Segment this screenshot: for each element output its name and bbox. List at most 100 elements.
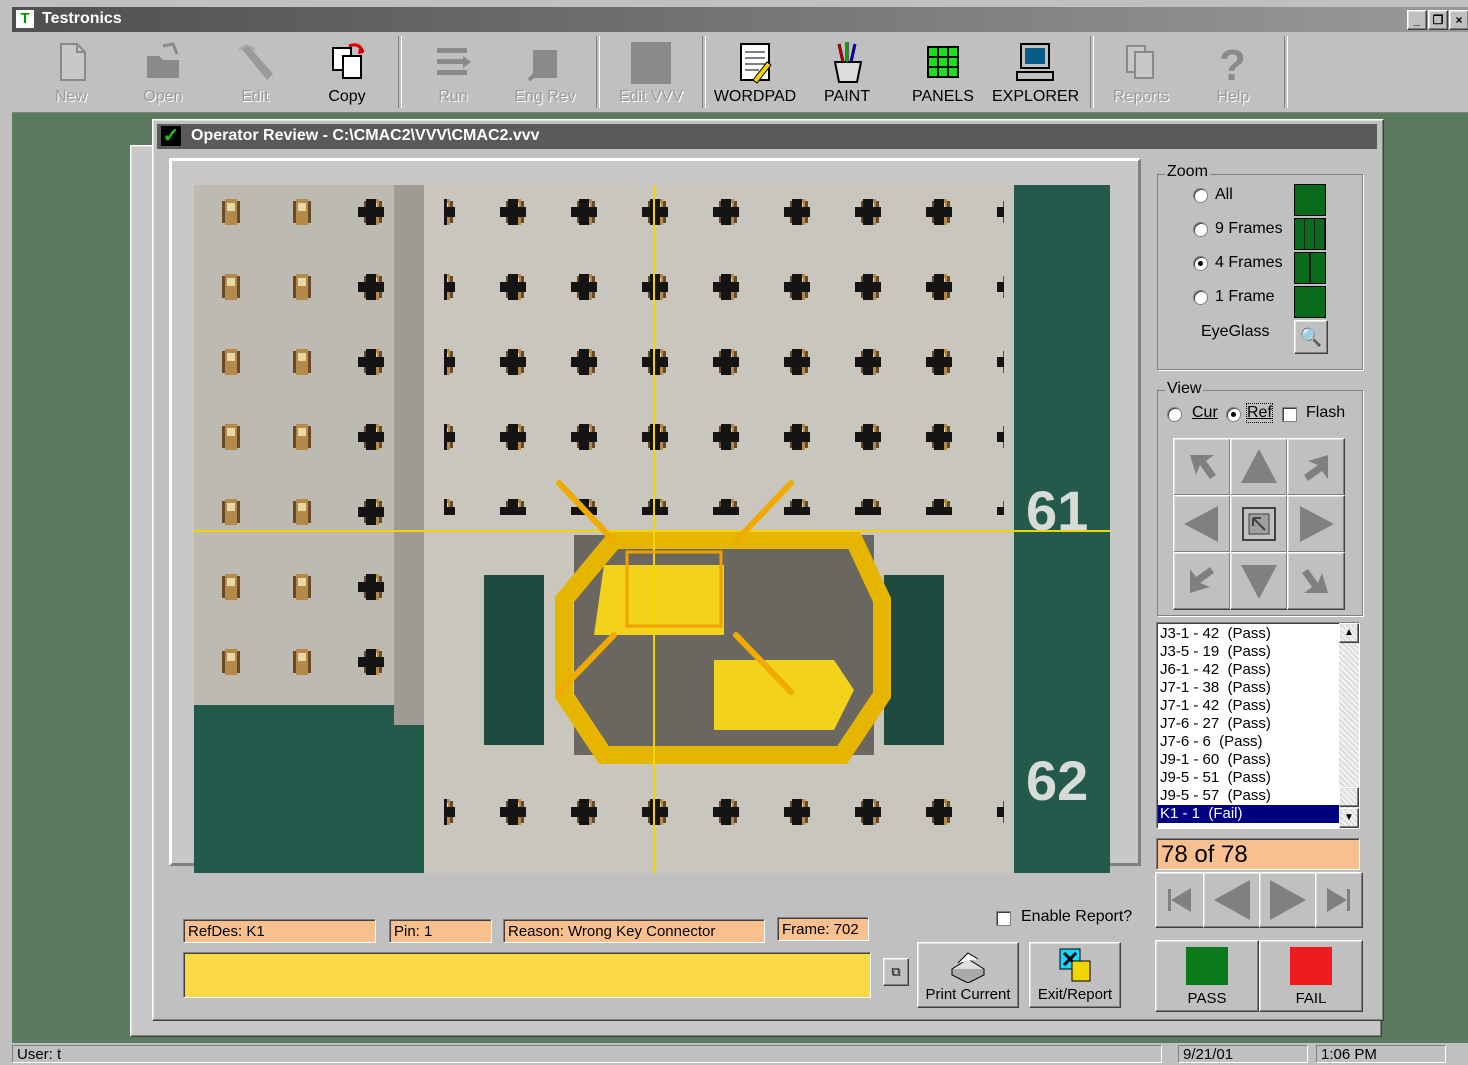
enable-report-label[interactable]: Enable Report?	[1021, 908, 1132, 926]
scroll-thumb[interactable]	[1339, 787, 1359, 807]
list-item[interactable]: J3-5 - 19 (Pass)	[1160, 643, 1271, 661]
results-list[interactable]: J3-1 - 42 (Pass) J3-5 - 19 (Pass) J6-1 -…	[1156, 622, 1360, 829]
copy-text-button[interactable]: ⧉	[883, 958, 909, 986]
zoom-1frame-label[interactable]: 1 Frame	[1215, 288, 1275, 306]
zoom-9frames-label[interactable]: 9 Frames	[1215, 220, 1283, 238]
edit-vvv-button[interactable]: Edit VVV	[608, 36, 694, 110]
pan-right-button[interactable]	[1287, 495, 1345, 553]
list-item[interactable]: J9-5 - 57 (Pass)	[1160, 787, 1271, 805]
pan-up-button[interactable]	[1230, 438, 1288, 496]
next-record-button[interactable]	[1259, 872, 1317, 928]
pan-down-right-button[interactable]	[1287, 552, 1345, 610]
new-button[interactable]: New	[28, 36, 114, 110]
copy-icon	[332, 43, 365, 79]
previous-record-button[interactable]	[1203, 872, 1261, 928]
enable-report-checkbox[interactable]	[996, 911, 1011, 926]
run-button[interactable]: Run	[410, 36, 496, 110]
list-item[interactable]: J7-6 - 27 (Pass)	[1160, 715, 1271, 733]
view-ref-label[interactable]: Ref	[1246, 403, 1273, 423]
list-item[interactable]: J7-1 - 42 (Pass)	[1160, 697, 1271, 715]
print-current-button[interactable]: Print Current	[917, 942, 1019, 1008]
copy-icon: ⧉	[891, 964, 901, 979]
scroll-up-icon[interactable]: ▲	[1339, 623, 1359, 643]
arrow-up-left-icon	[1190, 455, 1216, 479]
view-flash-checkbox[interactable]	[1282, 407, 1297, 422]
folder-open-icon	[147, 42, 179, 78]
edit-button[interactable]: Edit	[212, 36, 298, 110]
board-image: 61 62	[194, 185, 1110, 873]
new-document-icon	[60, 43, 86, 81]
frame-field: Frame: 702	[777, 917, 869, 941]
scroll-down-icon[interactable]: ▼	[1339, 808, 1359, 828]
list-item[interactable]: J3-1 - 42 (Pass)	[1160, 625, 1271, 643]
zoom-1frame-radio[interactable]	[1193, 290, 1208, 305]
view-cur-radio[interactable]	[1167, 407, 1182, 422]
zoom-all-radio[interactable]	[1193, 188, 1208, 203]
restore-button[interactable]: ❐	[1428, 10, 1448, 30]
pan-down-left-button[interactable]	[1173, 552, 1231, 610]
pan-up-left-button[interactable]	[1173, 438, 1231, 496]
zoom-9frames-icon[interactable]	[1294, 218, 1326, 250]
svg-text:?: ?	[1219, 41, 1246, 84]
first-record-button[interactable]	[1155, 872, 1205, 928]
arrow-down-icon	[1241, 565, 1277, 599]
arrow-up-right-icon	[1304, 455, 1328, 481]
list-item[interactable]: J7-1 - 38 (Pass)	[1160, 679, 1271, 697]
pan-up-right-button[interactable]	[1287, 438, 1345, 496]
wordpad-button[interactable]: WORDPAD	[712, 36, 798, 110]
arrow-down-left-icon	[1190, 567, 1214, 593]
testronics-app-icon[interactable]: T	[16, 10, 34, 28]
panels-button[interactable]: PANELS	[900, 36, 986, 110]
operator-comment-input[interactable]	[183, 952, 871, 998]
pan-left-button[interactable]	[1173, 495, 1231, 553]
eyeglass-magnifier-icon[interactable]: 🔍	[1294, 320, 1328, 354]
dialog-title: Operator Review - C:\CMAC2\VVV\CMAC2.vvv	[191, 127, 540, 144]
pan-center-button[interactable]	[1230, 495, 1288, 553]
toolbar-separator	[596, 36, 600, 108]
board-label-62: 62	[1026, 749, 1088, 812]
list-item-selected[interactable]: K1 - 1 (Fail)	[1158, 805, 1340, 823]
close-button[interactable]: ×	[1449, 10, 1468, 30]
pan-down-button[interactable]	[1230, 552, 1288, 610]
list-item[interactable]: J9-1 - 60 (Pass)	[1160, 751, 1271, 769]
explorer-button[interactable]: EXPLORER	[992, 36, 1079, 110]
list-item[interactable]: J9-5 - 51 (Pass)	[1160, 769, 1271, 787]
panels-grid-icon	[927, 46, 959, 78]
arrow-left-icon	[1184, 506, 1218, 542]
exit-report-button[interactable]: Exit/Report	[1029, 942, 1121, 1008]
edit-vvv-button-label: Edit VVV	[618, 88, 684, 105]
app-title-bar: T Testronics _ ❐ ×	[12, 7, 1468, 32]
pencil-icon	[238, 44, 273, 80]
exit-report-icon	[1059, 948, 1091, 982]
zoom-4frames-label[interactable]: 4 Frames	[1215, 254, 1283, 272]
edit-vvv-icon	[631, 42, 671, 84]
zoom-all-icon[interactable]	[1294, 184, 1326, 216]
pass-button[interactable]: PASS	[1155, 940, 1259, 1012]
view-flash-label[interactable]: Flash	[1306, 404, 1345, 422]
operator-review-dialog: ✓ Operator Review - C:\CMAC2\VVV\CMAC2.v…	[152, 119, 1384, 1021]
list-scrollbar[interactable]: ▲ ▼	[1339, 623, 1359, 828]
minimize-button[interactable]: _	[1407, 10, 1427, 30]
copy-button[interactable]: Copy	[304, 36, 390, 110]
previous-record-icon	[1214, 880, 1250, 920]
eng-rev-button[interactable]: Eng Rev	[502, 36, 588, 110]
help-button-label: Help	[1216, 88, 1250, 105]
toolbar-separator	[702, 36, 706, 108]
zoom-9frames-radio[interactable]	[1193, 222, 1208, 237]
paint-button[interactable]: PAINT	[804, 36, 890, 110]
zoom-4frames-radio[interactable]	[1193, 256, 1208, 271]
board-image-viewer[interactable]: 61 62	[194, 185, 1110, 873]
last-record-button[interactable]	[1315, 872, 1363, 928]
zoom-1frame-icon[interactable]	[1294, 286, 1326, 318]
zoom-all-label[interactable]: All	[1215, 186, 1233, 204]
zoom-4frames-icon[interactable]	[1294, 252, 1326, 284]
list-item[interactable]: J6-1 - 42 (Pass)	[1160, 661, 1271, 679]
list-item[interactable]: J7-6 - 6 (Pass)	[1160, 733, 1263, 751]
help-button[interactable]: ? Help	[1190, 36, 1276, 110]
view-cur-label[interactable]: Cur	[1192, 404, 1218, 422]
fail-button[interactable]: FAIL	[1259, 940, 1363, 1012]
open-button[interactable]: Open	[120, 36, 206, 110]
refdes-field: RefDes: K1	[183, 919, 376, 943]
view-ref-radio[interactable]	[1226, 407, 1241, 422]
reports-button[interactable]: Reports	[1098, 36, 1184, 110]
